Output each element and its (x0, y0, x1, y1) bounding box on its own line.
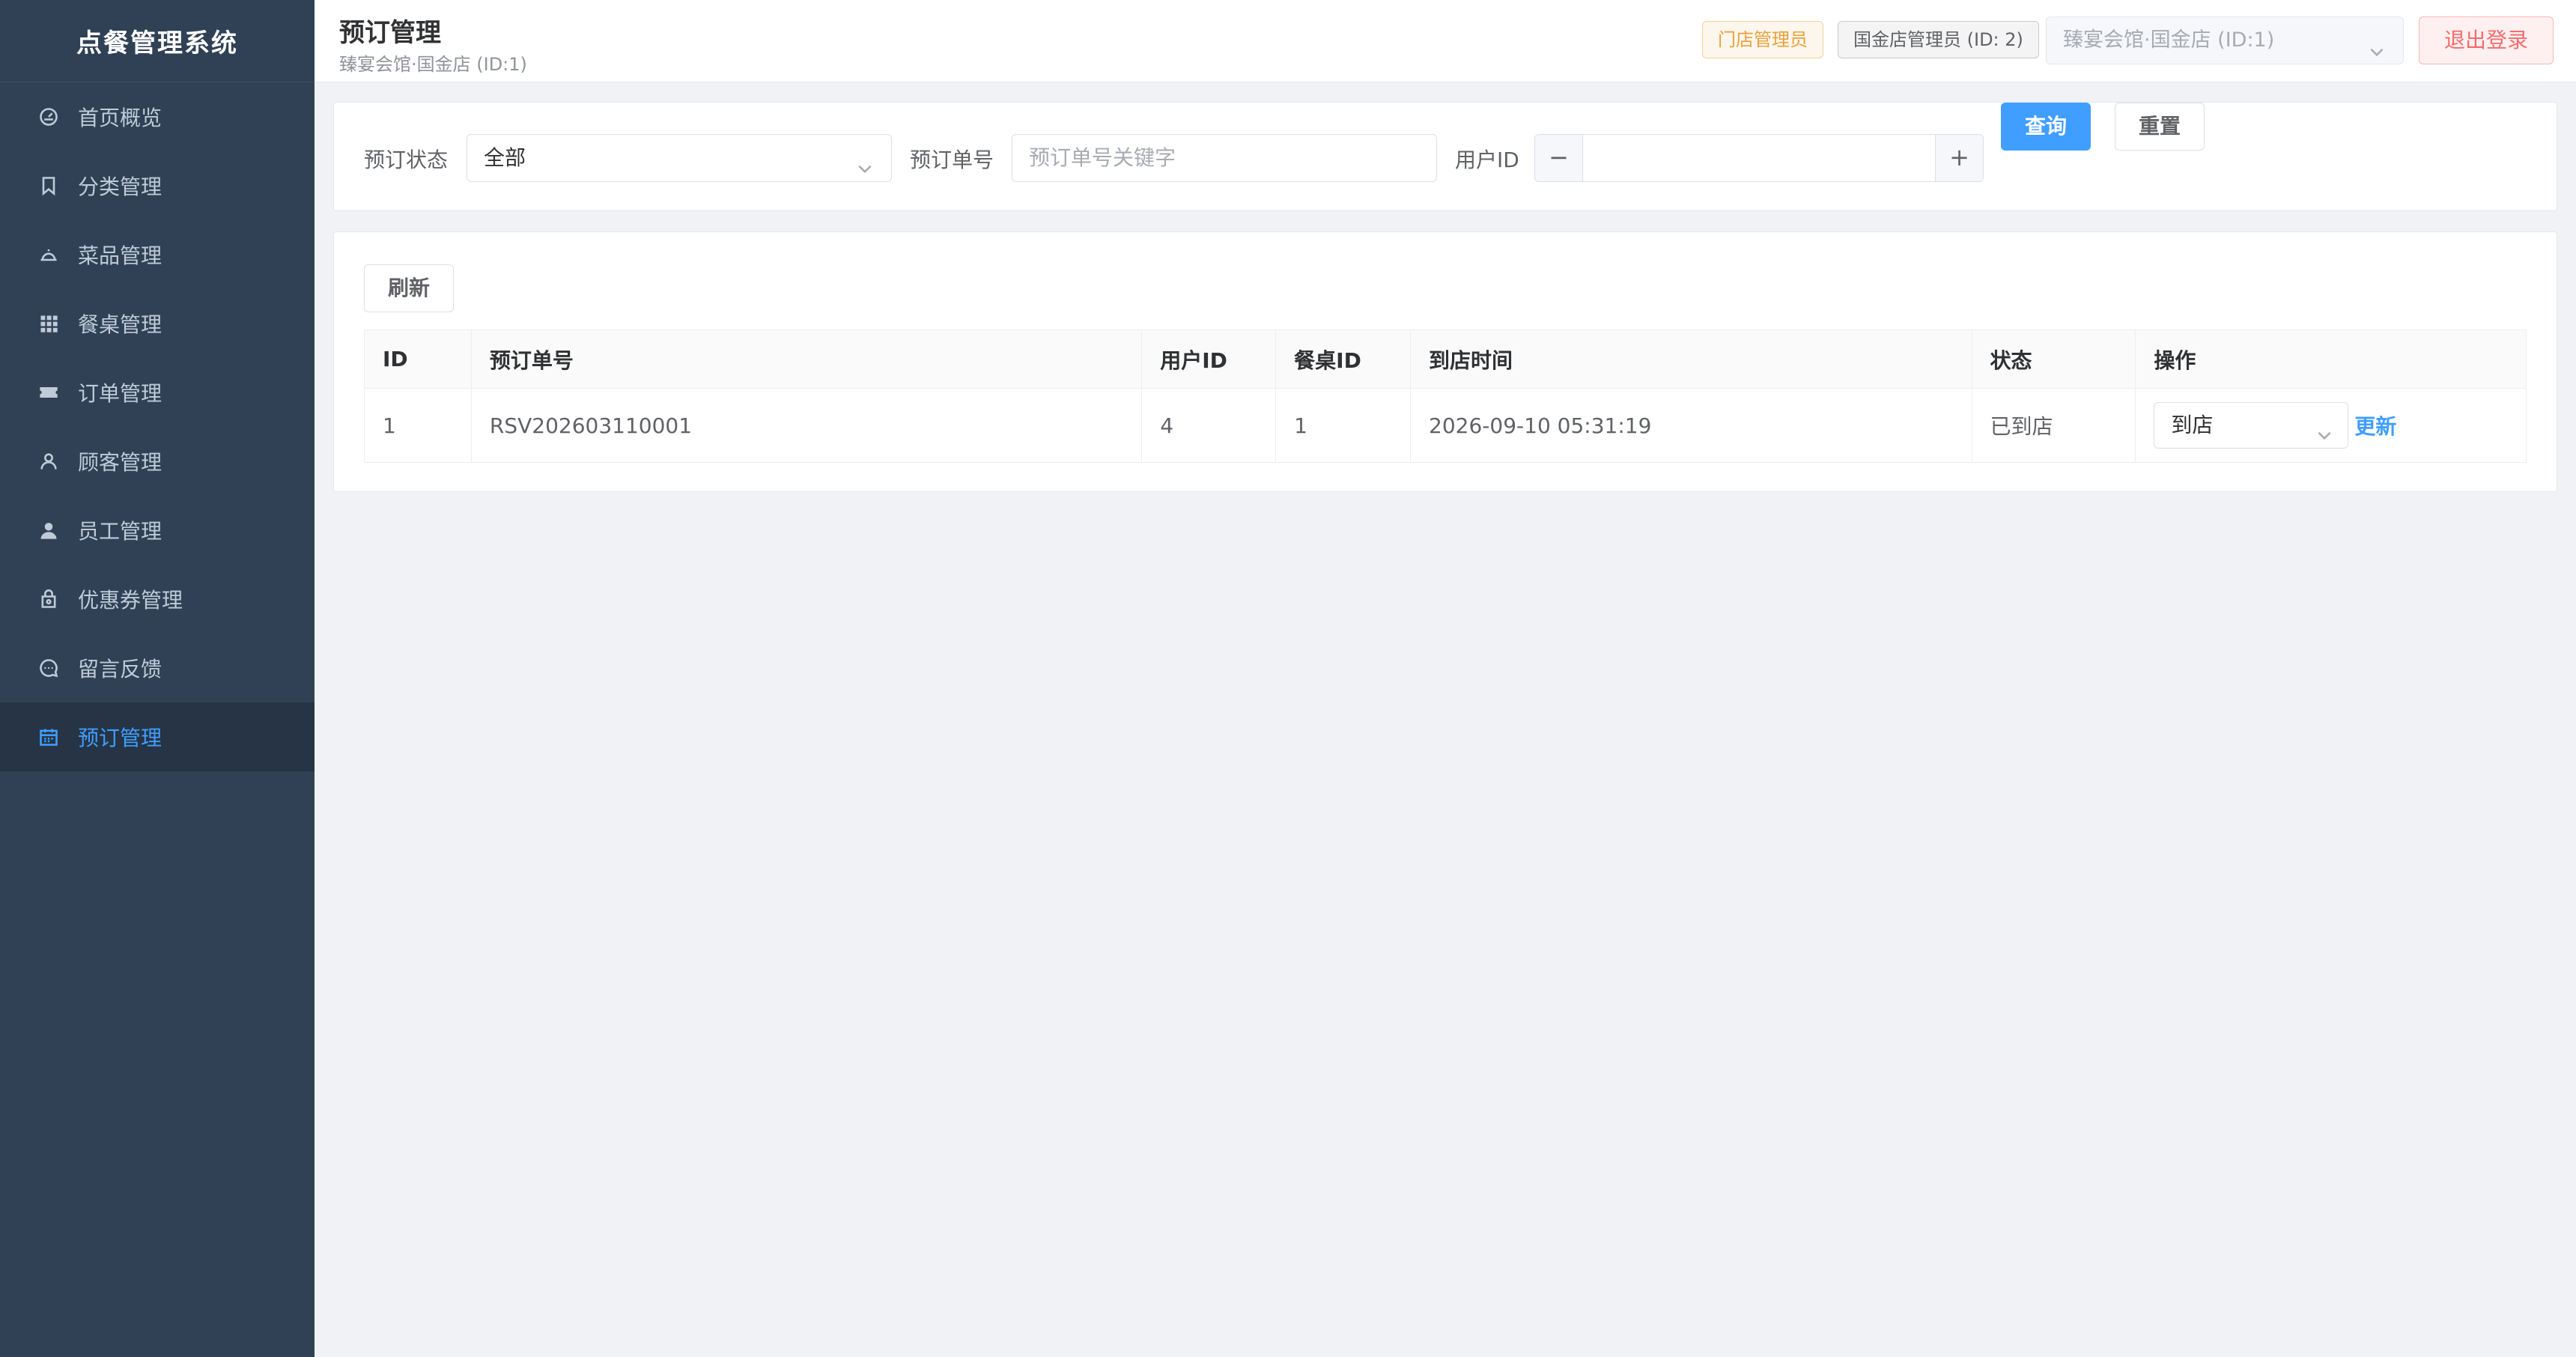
column-header-id: ID (365, 330, 472, 388)
query-button[interactable]: 查询 (2001, 103, 2091, 151)
column-header-table-id: 餐桌ID (1276, 330, 1412, 388)
store-select[interactable]: 臻宴会馆·国金店 (ID:1) (2046, 16, 2404, 64)
bookmark-icon (37, 174, 60, 197)
sidebar-item-coupon[interactable]: 优惠券管理 (0, 565, 315, 634)
user-outline-icon (37, 450, 60, 473)
cell-order-no: RSV202603110001 (472, 389, 1143, 462)
table-row: 1 RSV202603110001 4 1 2026-09-10 05:31:1… (365, 389, 2526, 462)
top-header: 预订管理 臻宴会馆·国金店 (ID:1) 门店管理员 国金店管理员 (ID: 2… (315, 0, 2576, 82)
reservation-list-panel: 刷新 ID 预订单号 用户ID 餐桌ID 到店时间 状态 操作 1 RSV202… (333, 231, 2557, 492)
role-tag: 门店管理员 (1702, 21, 1823, 58)
sidebar-item-staff[interactable]: 员工管理 (0, 496, 315, 565)
sidebar-item-label: 餐桌管理 (78, 312, 162, 337)
sidebar-item-label: 分类管理 (78, 174, 162, 199)
sidebar: 点餐管理系统 首页概览 分类管理 菜品管理 餐桌管理 订单管理 顾客管理 员工管… (0, 0, 315, 1357)
chat-icon (37, 657, 60, 679)
sidebar-item-dashboard[interactable]: 首页概览 (0, 82, 315, 151)
ticket-icon (37, 381, 60, 404)
chevron-down-icon (855, 148, 875, 195)
update-link[interactable]: 更新 (2354, 410, 2396, 440)
user-solid-icon (37, 519, 60, 541)
cell-table-id: 1 (1276, 389, 1412, 462)
increment-button[interactable]: + (1935, 135, 1983, 181)
coupon-icon (37, 588, 60, 610)
cell-status: 已到店 (1972, 389, 2136, 462)
table-header: ID 预订单号 用户ID 餐桌ID 到店时间 状态 操作 (365, 330, 2526, 389)
user-id-label: 用户ID (1455, 148, 1519, 172)
sidebar-item-reservation[interactable]: 预订管理 (0, 702, 315, 771)
sidebar-item-category[interactable]: 分类管理 (0, 151, 315, 220)
sidebar-item-dish[interactable]: 菜品管理 (0, 220, 315, 289)
reset-button[interactable]: 重置 (2115, 103, 2205, 151)
grid-icon (37, 312, 60, 335)
cell-user-id: 4 (1142, 389, 1277, 462)
calendar-icon (37, 726, 60, 748)
status-label: 预订状态 (364, 148, 449, 172)
sidebar-item-label: 留言反馈 (78, 657, 162, 681)
column-header-actions: 操作 (2154, 347, 2196, 373)
status-update-select[interactable]: 到店 (2154, 402, 2349, 449)
dish-icon (37, 243, 60, 266)
sidebar-menu: 首页概览 分类管理 菜品管理 餐桌管理 订单管理 顾客管理 员工管理 优惠券管理… (0, 82, 315, 771)
sidebar-item-label: 员工管理 (78, 519, 162, 544)
sidebar-item-customer[interactable]: 顾客管理 (0, 427, 315, 496)
order-no-label: 预订单号 (910, 148, 994, 172)
dashboard-icon (37, 106, 60, 128)
reservation-table: ID 预订单号 用户ID 餐桌ID 到店时间 状态 操作 1 RSV202603… (364, 330, 2527, 463)
status-update-value: 到店 (2171, 413, 2214, 437)
chevron-down-icon (2367, 32, 2387, 79)
decrement-button[interactable]: − (1535, 135, 1583, 181)
sidebar-item-label: 优惠券管理 (78, 588, 183, 613)
app-title: 点餐管理系统 (0, 0, 315, 82)
cell-actions: 到店 更新 (2136, 389, 2526, 462)
column-header-status: 状态 (1972, 330, 2136, 388)
chevron-down-icon (2315, 416, 2334, 461)
column-header-arrival-time: 到店时间 (1411, 330, 1972, 388)
store-select-value: 臻宴会馆·国金店 (ID:1) (2063, 28, 2275, 52)
sidebar-item-label: 预订管理 (78, 726, 162, 750)
page-title: 预订管理 (339, 18, 441, 48)
cell-arrival-time: 2026-09-10 05:31:19 (1411, 389, 1972, 462)
sidebar-item-table[interactable]: 餐桌管理 (0, 289, 315, 358)
sidebar-item-label: 菜品管理 (78, 243, 162, 268)
filter-panel: 预订状态 全部 预订单号 预订单号关键字 用户ID − + 查询 重置 (333, 102, 2557, 211)
status-select[interactable]: 全部 (467, 134, 892, 182)
sidebar-item-order[interactable]: 订单管理 (0, 358, 315, 427)
sidebar-item-label: 顾客管理 (78, 450, 162, 475)
sidebar-item-feedback[interactable]: 留言反馈 (0, 634, 315, 702)
column-header-order-no: 预订单号 (472, 330, 1143, 388)
order-no-input[interactable]: 预订单号关键字 (1012, 134, 1437, 182)
user-tag: 国金店管理员 (ID: 2) (1838, 21, 2039, 58)
sidebar-item-label: 订单管理 (78, 381, 162, 406)
status-select-value: 全部 (484, 145, 526, 170)
page-subtitle: 臻宴会馆·国金店 (ID:1) (339, 54, 527, 75)
user-id-stepper[interactable]: − + (1534, 134, 1984, 182)
sidebar-item-label: 首页概览 (78, 106, 162, 130)
cell-id: 1 (365, 389, 472, 462)
logout-button[interactable]: 退出登录 (2419, 16, 2554, 64)
refresh-button[interactable]: 刷新 (364, 264, 454, 312)
column-header-user-id: 用户ID (1142, 330, 1277, 388)
